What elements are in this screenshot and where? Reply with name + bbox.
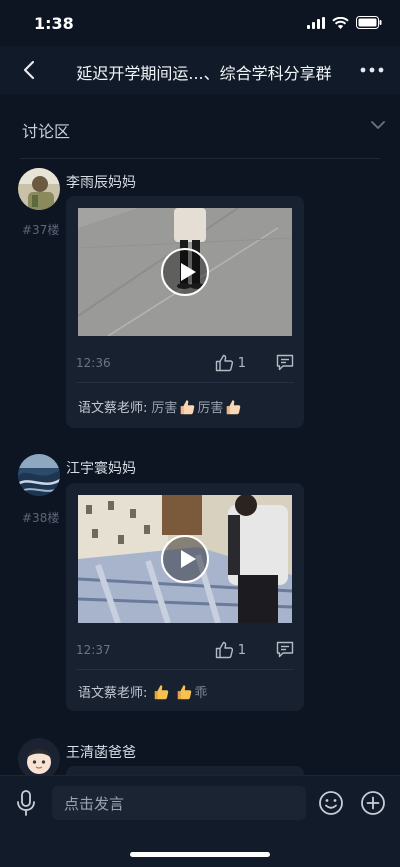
home-indicator	[130, 852, 270, 857]
status-time: 1:38	[34, 14, 74, 33]
thumbs-up-emoji-icon	[181, 399, 195, 414]
reply-line: 语文蔡老师: 乖	[78, 682, 207, 701]
microphone-icon[interactable]	[14, 789, 38, 817]
like-button[interactable]: 1	[215, 641, 246, 659]
post-time: 12:37	[76, 643, 111, 657]
card-divider	[76, 382, 294, 383]
thumbs-up-emoji-icon	[155, 684, 169, 699]
avatar[interactable]	[18, 454, 60, 496]
video-thumbnail[interactable]	[78, 208, 292, 336]
like-count: 1	[237, 355, 246, 371]
add-icon[interactable]	[360, 790, 386, 816]
play-button-icon[interactable]	[161, 248, 209, 296]
thumbs-up-emoji-icon	[178, 684, 192, 699]
post-card: 12:37 1 语文蔡老师: 乖	[66, 483, 304, 711]
chevron-down-icon[interactable]	[370, 120, 386, 130]
author-name[interactable]: 李雨辰妈妈	[66, 172, 136, 192]
thumbs-up-icon	[215, 641, 233, 659]
back-arrow-icon[interactable]	[18, 58, 42, 82]
more-options-icon[interactable]	[360, 60, 384, 80]
wifi-icon	[332, 16, 349, 29]
like-count: 1	[237, 642, 246, 658]
floor-number: #37楼	[22, 223, 60, 237]
reply-text: 厉害	[151, 401, 178, 416]
author-name[interactable]: 江宇寰妈妈	[66, 458, 136, 478]
post-card: 12:36 1 语文蔡老师: 厉害 厉害	[66, 196, 304, 428]
floor-number: #38楼	[22, 511, 60, 525]
avatar[interactable]	[18, 168, 60, 210]
cellular-signal-icon	[307, 16, 325, 29]
section-title: 讨论区	[22, 122, 71, 141]
discussion-section-header[interactable]: 讨论区	[0, 94, 400, 160]
section-divider	[20, 158, 380, 159]
message-input-bar: 点击发言	[0, 775, 400, 867]
comment-icon[interactable]	[276, 354, 294, 371]
reply-text: 厉害	[197, 401, 224, 416]
play-button-icon[interactable]	[161, 535, 209, 583]
thumbs-up-emoji-icon	[227, 399, 241, 414]
navigation-bar: 延迟开学期间运...、综合学科分享群	[0, 46, 400, 94]
comment-icon[interactable]	[276, 641, 294, 658]
status-bar: 1:38	[0, 0, 400, 46]
battery-icon	[356, 16, 382, 29]
reply-line: 语文蔡老师: 厉害 厉害	[78, 397, 243, 416]
thumbs-up-icon	[215, 354, 233, 372]
author-name[interactable]: 王清菡爸爸	[66, 742, 136, 762]
emoji-icon[interactable]	[318, 790, 344, 816]
post-time: 12:36	[76, 356, 111, 370]
video-thumbnail[interactable]	[78, 495, 292, 623]
message-input[interactable]: 点击发言	[52, 786, 306, 820]
reply-text: 乖	[194, 686, 208, 701]
like-button[interactable]: 1	[215, 354, 246, 372]
reply-author: 语文蔡老师:	[78, 401, 148, 416]
page-title: 延迟开学期间运...、综合学科分享群	[76, 64, 332, 83]
avatar[interactable]	[18, 738, 60, 780]
reply-author: 语文蔡老师:	[78, 686, 148, 701]
card-divider	[76, 669, 294, 670]
